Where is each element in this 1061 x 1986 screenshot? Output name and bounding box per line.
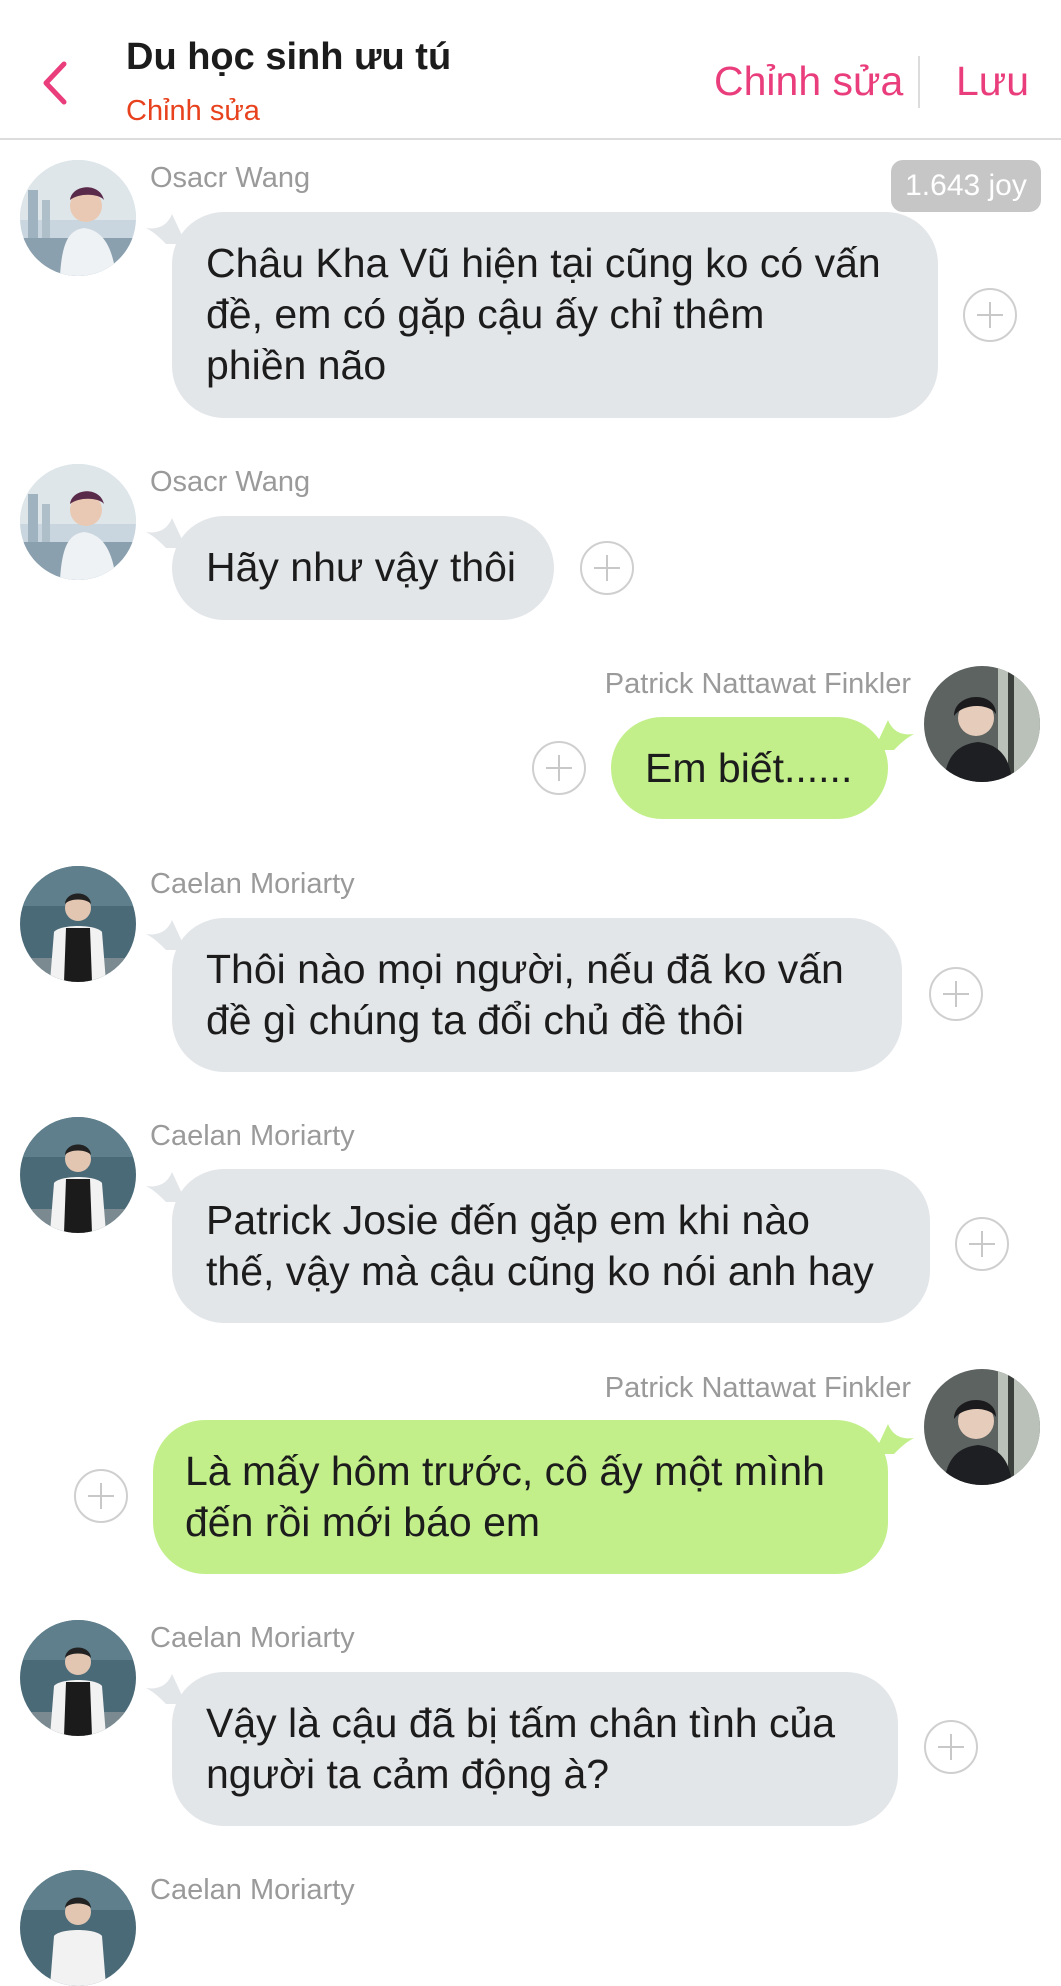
message-bubble[interactable]: Hãy như vậy thôi — [172, 516, 554, 620]
message-text-line: đề, em có gặp cậu ấy chỉ thêm — [206, 291, 765, 337]
add-reaction-button[interactable] — [963, 288, 1017, 342]
message-text-line: người ta cảm động à? — [206, 1751, 610, 1797]
avatar-patrick-nattawat-finkler[interactable] — [924, 1369, 1040, 1485]
message-text-line: Vậy là cậu đã bị tấm chân tình của — [206, 1700, 836, 1746]
message-text-line: Hãy như vậy thôi — [206, 544, 517, 590]
chat-header: Du học sinh ưu tú Chỉnh sửa Chỉnh sửa Lư… — [0, 0, 1061, 140]
message-bubble[interactable]: Vậy là cậu đã bị tấm chân tình của người… — [172, 1672, 898, 1826]
add-reaction-button[interactable] — [924, 1720, 978, 1774]
message-bubble[interactable]: Là mấy hôm trước, cô ấy một mình đến rồi… — [153, 1420, 888, 1574]
add-reaction-button[interactable] — [74, 1469, 128, 1523]
message-text-line: đến rồi mới báo em — [185, 1499, 541, 1545]
message-bubble[interactable]: Patrick Josie đến gặp em khi nào thế, vậ… — [172, 1169, 930, 1323]
add-reaction-button[interactable] — [532, 741, 586, 795]
edit-button[interactable]: Chỉnh sửa — [714, 58, 903, 105]
sender-name: Osacr Wang — [150, 466, 311, 498]
save-button[interactable]: Lưu — [956, 58, 1029, 105]
sender-name: Patrick Nattawat Finkler — [604, 668, 911, 700]
message-text-line: Patrick Josie đến gặp em khi nào — [206, 1197, 810, 1243]
message-text-line: Là mấy hôm trước, cô ấy một mình — [185, 1448, 825, 1494]
add-reaction-button[interactable] — [580, 541, 634, 595]
message-text-line: phiền não — [206, 342, 387, 388]
sender-name: Caelan Moriarty — [150, 1622, 355, 1654]
chat-subtitle[interactable]: Chỉnh sửa — [126, 95, 260, 128]
avatar-caelan-moriarty[interactable] — [20, 1870, 136, 1986]
avatar-caelan-moriarty[interactable] — [20, 1620, 136, 1736]
message-text-line: Châu Kha Vũ hiện tại cũng ko có vấn — [206, 240, 881, 286]
sender-name: Osacr Wang — [150, 162, 311, 194]
add-reaction-button[interactable] — [929, 967, 983, 1021]
chevron-left-icon — [43, 61, 67, 105]
message-text-line: đề gì chúng ta đổi chủ đề thôi — [206, 997, 744, 1043]
message-text-line: Thôi nào mọi người, nếu đã ko vấn — [206, 946, 844, 992]
sender-name: Patrick Nattawat Finkler — [604, 1372, 911, 1404]
avatar-caelan-moriarty[interactable] — [20, 866, 136, 982]
sender-name: Caelan Moriarty — [150, 1874, 355, 1906]
message-bubble[interactable]: Em biết...... — [611, 717, 888, 819]
avatar-caelan-moriarty[interactable] — [20, 1117, 136, 1233]
add-reaction-button[interactable] — [955, 1217, 1009, 1271]
message-text-line: thế, vậy mà cậu cũng ko nói anh hay — [206, 1248, 874, 1294]
joy-count-badge: 1.643 joy — [891, 160, 1041, 212]
back-button[interactable] — [34, 58, 78, 108]
avatar-osacr-wang[interactable] — [20, 464, 136, 580]
message-text-line: Em biết...... — [645, 745, 853, 791]
chat-title: Du học sinh ưu tú — [126, 36, 452, 78]
header-divider — [918, 56, 920, 108]
sender-name: Caelan Moriarty — [150, 1120, 355, 1152]
sender-name: Caelan Moriarty — [150, 868, 355, 900]
avatar-patrick-nattawat-finkler[interactable] — [924, 666, 1040, 782]
message-bubble[interactable]: Châu Kha Vũ hiện tại cũng ko có vấn đề, … — [172, 212, 938, 418]
avatar-osacr-wang[interactable] — [20, 160, 136, 276]
message-bubble[interactable]: Thôi nào mọi người, nếu đã ko vấn đề gì … — [172, 918, 902, 1072]
